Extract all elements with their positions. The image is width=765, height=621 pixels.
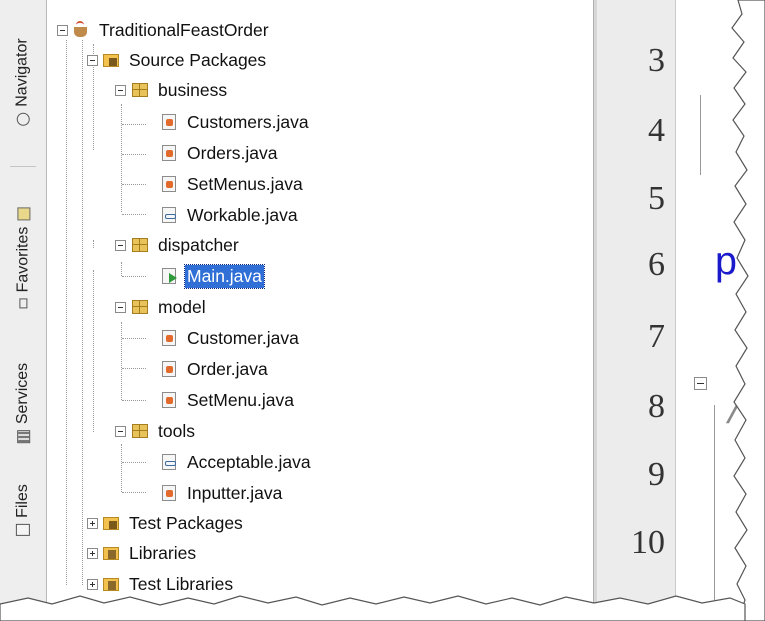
file-label: SetMenu.java	[187, 389, 295, 410]
line-number: 3	[648, 42, 665, 79]
project-name: TraditionalFeastOrder	[99, 19, 269, 40]
tree-node-file[interactable]: SetMenu.java	[160, 385, 296, 415]
test-packages-label: Test Packages	[129, 512, 243, 533]
java-interface-icon	[160, 453, 178, 471]
java-class-icon	[160, 484, 178, 502]
tree-node-libraries[interactable]: Libraries	[102, 538, 198, 568]
tab-navigator-label: Navigator	[14, 38, 32, 107]
navigator-icon	[16, 112, 30, 126]
tree-node-file[interactable]: Customer.java	[160, 323, 301, 353]
tree-node-file[interactable]: Workable.java	[160, 200, 300, 230]
tab-services[interactable]: Services	[0, 340, 46, 465]
tree-node-file-selected[interactable]: Main.java	[160, 261, 265, 291]
expand-toggle[interactable]	[87, 518, 98, 529]
tree-node-project[interactable]: TraditionalFeastOrder	[72, 15, 271, 45]
file-label: Customer.java	[187, 327, 299, 348]
tab-navigator[interactable]: Navigator	[0, 8, 46, 156]
tab-files[interactable]: Files	[0, 465, 46, 555]
expand-toggle[interactable]	[87, 548, 98, 559]
line-number: 10	[631, 524, 665, 561]
tree-node-package-business[interactable]: business	[131, 75, 229, 105]
java-class-icon	[160, 360, 178, 378]
services-icon	[16, 429, 30, 443]
side-tab-strip: Navigator Favorites Services Files	[0, 0, 47, 621]
libraries-icon	[102, 544, 120, 562]
file-label: Acceptable.java	[187, 451, 311, 472]
collapse-toggle[interactable]	[57, 25, 68, 36]
package-label: dispatcher	[158, 234, 239, 255]
tab-favorites-label: Favorites	[14, 226, 32, 292]
tree-node-file[interactable]: Order.java	[160, 354, 270, 384]
line-number: 6	[648, 246, 665, 283]
tree-node-file[interactable]: Customers.java	[160, 107, 311, 137]
collapse-toggle[interactable]	[87, 55, 98, 66]
tree-node-file[interactable]: Acceptable.java	[160, 447, 313, 477]
line-number: 8	[648, 388, 665, 425]
line-number: 5	[648, 180, 665, 217]
java-interface-icon	[160, 206, 178, 224]
package-icon	[131, 422, 149, 440]
collapse-toggle[interactable]	[115, 426, 126, 437]
java-class-icon	[160, 329, 178, 347]
code-editor[interactable]	[676, 0, 765, 621]
line-number: 7	[648, 318, 665, 355]
tree-node-package-dispatcher[interactable]: dispatcher	[131, 230, 241, 260]
tab-favorites[interactable]: Favorites	[0, 175, 46, 340]
package-label: business	[158, 79, 228, 100]
project-icon	[72, 21, 90, 39]
line-number: 9	[648, 456, 665, 493]
tree-node-test-packages[interactable]: Test Packages	[102, 508, 245, 538]
package-icon	[131, 298, 149, 316]
tree-node-test-libraries[interactable]: Test Libraries	[102, 569, 235, 599]
file-label: Inputter.java	[187, 482, 283, 503]
tree-node-file[interactable]: Orders.java	[160, 138, 279, 168]
file-label: Customers.java	[187, 111, 309, 132]
editor-gutter: 3 4 5 6 7 8 9 10	[597, 0, 676, 621]
code-comment-fragment: /	[724, 396, 745, 434]
java-main-class-icon	[160, 267, 178, 285]
java-class-icon	[160, 175, 178, 193]
source-folder-icon	[102, 51, 120, 69]
tree-node-file[interactable]: SetMenus.java	[160, 169, 305, 199]
test-libraries-icon	[102, 575, 120, 593]
tab-files-label: Files	[14, 484, 31, 518]
java-class-icon	[160, 391, 178, 409]
tab-services-label: Services	[14, 362, 32, 424]
tree-node-file[interactable]: Inputter.java	[160, 478, 284, 508]
java-class-icon	[160, 113, 178, 131]
favorites-icon	[16, 207, 30, 221]
tree-node-package-model[interactable]: model	[131, 292, 208, 322]
package-label: model	[158, 296, 206, 317]
files-icon	[16, 523, 30, 536]
package-label: tools	[158, 420, 195, 441]
test-folder-icon	[102, 514, 120, 532]
file-label: Order.java	[187, 358, 268, 379]
package-icon	[131, 236, 149, 254]
file-label: SetMenus.java	[187, 173, 303, 194]
file-label: Orders.java	[187, 142, 278, 163]
source-packages-label: Source Packages	[129, 49, 267, 70]
tree-node-source-packages[interactable]: Source Packages	[102, 45, 268, 75]
pin-icon	[19, 297, 28, 308]
collapse-toggle[interactable]	[115, 85, 126, 96]
collapse-toggle[interactable]	[115, 240, 126, 251]
code-keyword-fragment: p	[714, 242, 739, 287]
file-label: Workable.java	[187, 204, 298, 225]
libraries-label: Libraries	[129, 542, 197, 563]
java-class-icon	[160, 144, 178, 162]
fold-collapse-icon[interactable]	[694, 377, 707, 390]
package-icon	[131, 81, 149, 99]
expand-toggle[interactable]	[87, 579, 98, 590]
tree-node-package-tools[interactable]: tools	[131, 416, 197, 446]
test-libraries-label: Test Libraries	[129, 573, 234, 594]
file-label-selected: Main.java	[184, 263, 265, 289]
collapse-toggle[interactable]	[115, 302, 126, 313]
line-number: 4	[648, 112, 665, 149]
